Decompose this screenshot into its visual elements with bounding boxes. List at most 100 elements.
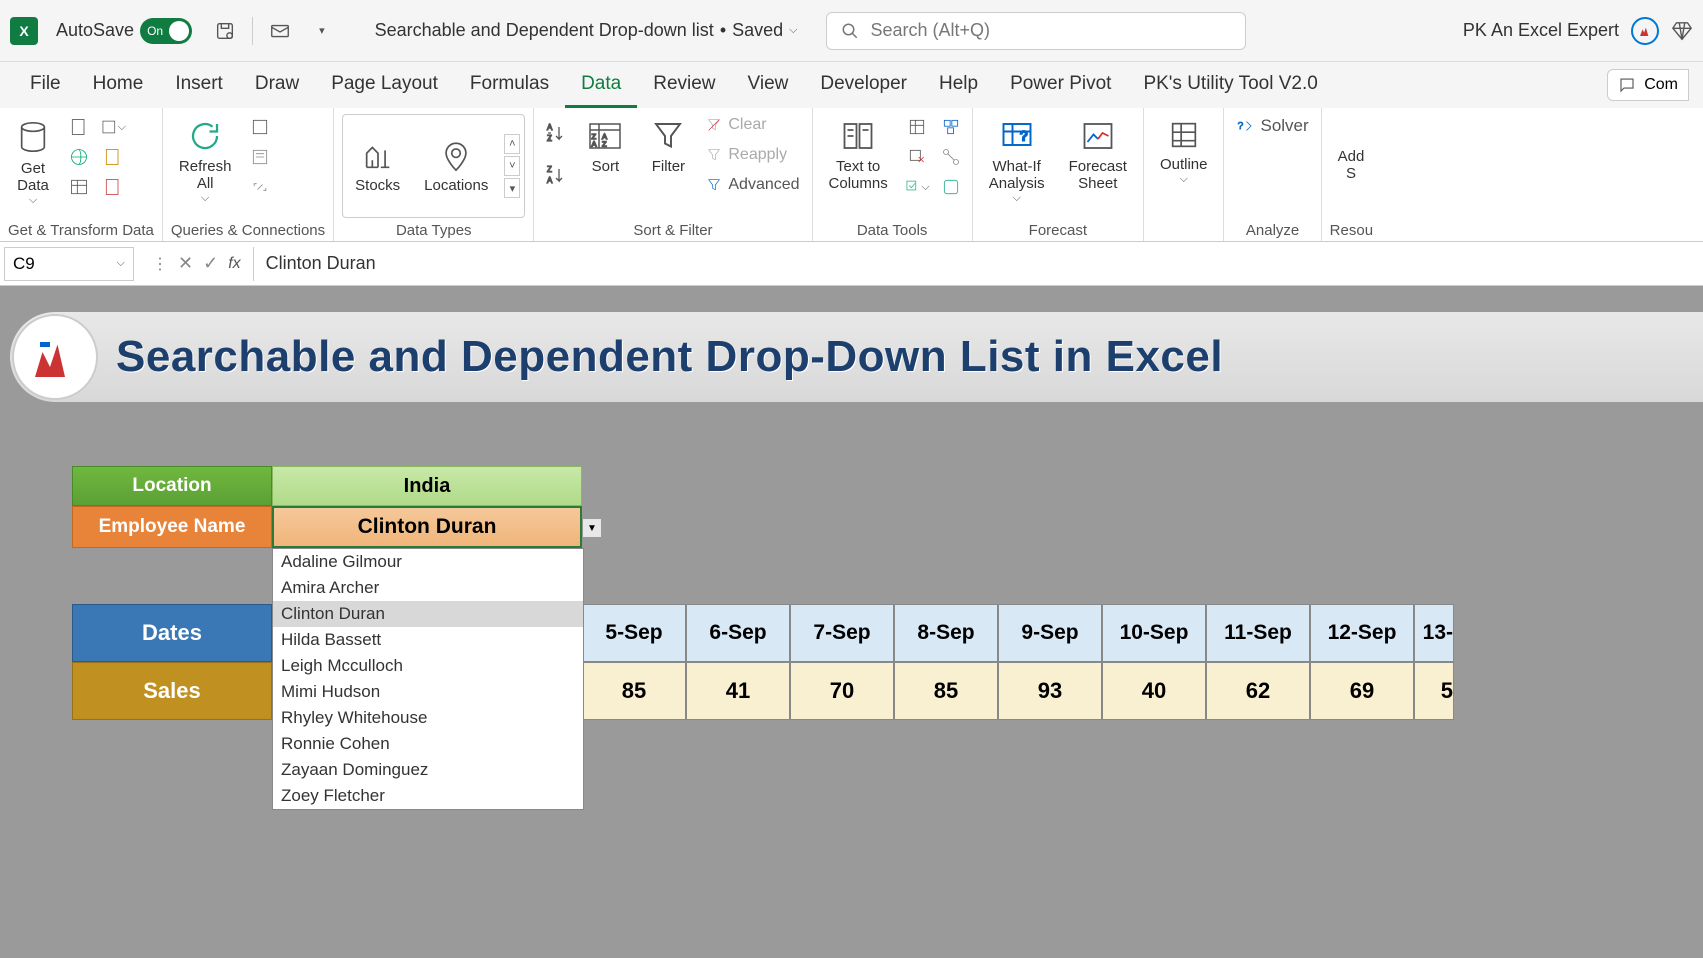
whatif-button[interactable]: ? What-If Analysis ⌵ [981, 114, 1053, 209]
location-header: Location [72, 466, 272, 506]
reapply-button[interactable]: Reapply [702, 144, 803, 166]
tab-review[interactable]: Review [637, 63, 731, 108]
outline-button[interactable]: Outline ⌵ [1152, 114, 1216, 190]
data-types-down-icon[interactable]: ˅ [504, 156, 520, 176]
from-pic-icon[interactable] [100, 174, 126, 200]
from-text-icon[interactable] [66, 114, 92, 140]
dd-item[interactable]: Amira Archer [273, 575, 583, 601]
from-table-icon[interactable] [66, 174, 92, 200]
user-area[interactable]: PK An Excel Expert [1463, 17, 1693, 45]
sale-cell[interactable]: 69 [1310, 662, 1414, 720]
from-web-icon[interactable] [66, 144, 92, 170]
mail-icon[interactable] [269, 20, 291, 42]
sort-desc-button[interactable]: ZA [542, 162, 568, 188]
dd-item[interactable]: Zoey Fletcher [273, 783, 583, 809]
filter-button[interactable]: Filter [642, 114, 694, 179]
tab-developer[interactable]: Developer [804, 63, 923, 108]
sale-cell[interactable]: 70 [790, 662, 894, 720]
sale-cell[interactable]: 41 [686, 662, 790, 720]
autosave-label: AutoSave [56, 20, 134, 41]
location-cell[interactable]: India [272, 466, 582, 506]
dd-item[interactable]: Mimi Hudson [273, 679, 583, 705]
worksheet[interactable]: Searchable and Dependent Drop-Down List … [0, 286, 1703, 958]
enter-icon[interactable]: ✓ [203, 253, 218, 274]
dropdown-toggle-icon[interactable]: ▼ [582, 518, 602, 538]
dd-item[interactable]: Leigh Mcculloch [273, 653, 583, 679]
tab-data[interactable]: Data [565, 63, 637, 108]
tab-help[interactable]: Help [923, 63, 994, 108]
get-data-button[interactable]: Get Data ⌵ [8, 114, 58, 211]
add-button[interactable]: Add S [1330, 114, 1373, 186]
date-cell[interactable]: 7-Sep [790, 604, 894, 662]
sale-cell[interactable]: 5 [1414, 662, 1454, 720]
sale-cell[interactable]: 62 [1206, 662, 1310, 720]
properties-icon[interactable] [247, 144, 273, 170]
remove-dup-icon[interactable] [904, 144, 930, 170]
employee-cell[interactable]: Clinton Duran ▼ [272, 506, 582, 548]
diamond-icon[interactable] [1671, 20, 1693, 42]
dd-item[interactable]: Zayaan Dominguez [273, 757, 583, 783]
tab-file[interactable]: File [14, 63, 77, 108]
dd-item[interactable]: Rhyley Whitehouse [273, 705, 583, 731]
tab-page-layout[interactable]: Page Layout [315, 63, 454, 108]
edit-links-icon[interactable] [247, 174, 273, 200]
refresh-all-button[interactable]: Refresh All ⌵ [171, 114, 240, 209]
queries-icon[interactable] [247, 114, 273, 140]
date-cell[interactable]: 5-Sep [582, 604, 686, 662]
date-cell[interactable]: 10-Sep [1102, 604, 1206, 662]
locations-button[interactable]: Locations [416, 135, 496, 198]
employee-dropdown[interactable]: Adaline Gilmour Amira Archer Clinton Dur… [272, 548, 584, 810]
consolidate-icon[interactable] [938, 114, 964, 140]
advanced-button[interactable]: Advanced [702, 174, 803, 196]
sort-button[interactable]: ZAAZ Sort [576, 114, 634, 179]
search-input[interactable]: Search (Alt+Q) [826, 12, 1246, 50]
name-box[interactable]: C9 ⌵ [4, 247, 134, 281]
clear-filter-button[interactable]: Clear [702, 114, 803, 136]
comments-button[interactable]: Com [1607, 69, 1689, 101]
sale-cell[interactable]: 85 [894, 662, 998, 720]
data-types-more-icon[interactable]: ▾ [504, 178, 520, 198]
date-cell[interactable]: 13- [1414, 604, 1454, 662]
relationships-icon[interactable] [938, 144, 964, 170]
outline-icon [1167, 118, 1201, 152]
date-cell[interactable]: 9-Sep [998, 604, 1102, 662]
date-cell[interactable]: 8-Sep [894, 604, 998, 662]
tab-pk-utility[interactable]: PK's Utility Tool V2.0 [1127, 63, 1333, 108]
sort-asc-button[interactable]: AZ [542, 120, 568, 146]
tab-home[interactable]: Home [77, 63, 160, 108]
data-types-up-icon[interactable]: ˄ [504, 134, 520, 154]
formula-input[interactable]: Clinton Duran [254, 253, 1703, 274]
date-cell[interactable]: 6-Sep [686, 604, 790, 662]
sale-cell[interactable]: 85 [582, 662, 686, 720]
date-cell[interactable]: 12-Sep [1310, 604, 1414, 662]
existing-conn-icon[interactable] [100, 144, 126, 170]
file-name[interactable]: Searchable and Dependent Drop-down list … [375, 20, 798, 41]
fb-more-icon[interactable]: ⋮ [152, 254, 168, 274]
stocks-button[interactable]: Stocks [347, 135, 408, 198]
data-validation-icon[interactable]: ⌵ [904, 174, 930, 200]
tab-draw[interactable]: Draw [239, 63, 315, 108]
sale-cell[interactable]: 93 [998, 662, 1102, 720]
tab-formulas[interactable]: Formulas [454, 63, 565, 108]
dd-item-selected[interactable]: Clinton Duran [273, 601, 583, 627]
qat-dropdown-icon[interactable]: ▾ [319, 24, 325, 37]
text-to-columns-button[interactable]: Text to Columns [821, 114, 896, 196]
dd-item[interactable]: Ronnie Cohen [273, 731, 583, 757]
dd-item[interactable]: Adaline Gilmour [273, 549, 583, 575]
dd-item[interactable]: Hilda Bassett [273, 627, 583, 653]
tab-insert[interactable]: Insert [159, 63, 239, 108]
fx-icon[interactable]: fx [228, 255, 240, 273]
excel-app-icon: X [10, 17, 38, 45]
date-cell[interactable]: 11-Sep [1206, 604, 1310, 662]
recent-sources-icon[interactable]: ⌵ [100, 114, 126, 140]
save-icon[interactable] [214, 20, 236, 42]
cancel-icon[interactable]: ✕ [178, 253, 193, 274]
data-model-icon[interactable] [938, 174, 964, 200]
autosave-toggle[interactable]: On [140, 18, 192, 44]
tab-power-pivot[interactable]: Power Pivot [994, 63, 1127, 108]
solver-button[interactable]: ? Solver [1232, 114, 1312, 138]
tab-view[interactable]: View [732, 63, 805, 108]
sale-cell[interactable]: 40 [1102, 662, 1206, 720]
forecast-sheet-button[interactable]: Forecast Sheet [1061, 114, 1135, 196]
flash-fill-icon[interactable] [904, 114, 930, 140]
